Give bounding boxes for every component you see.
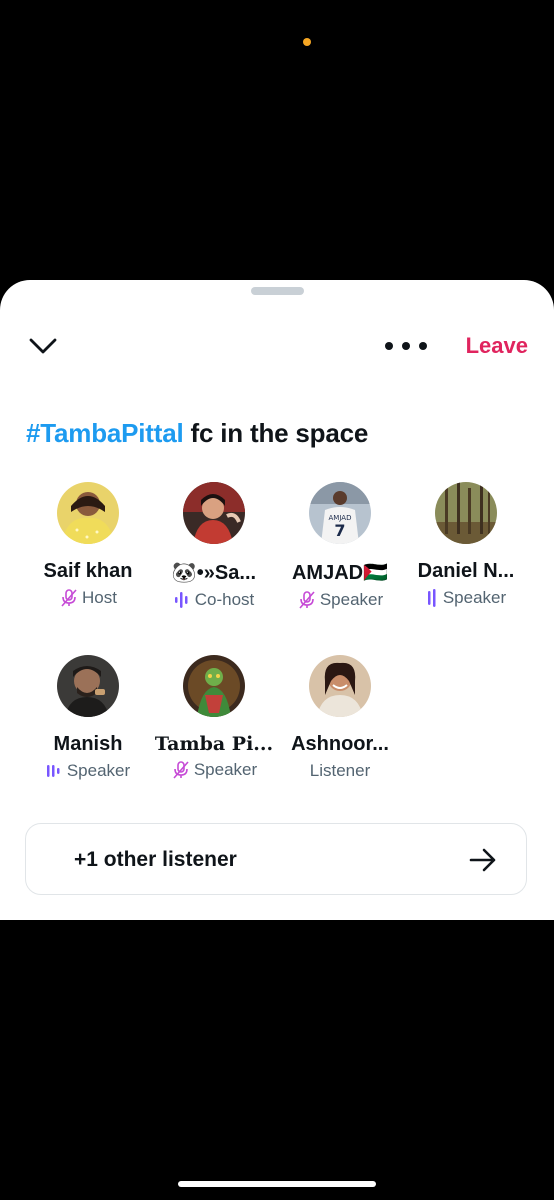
participant-name: Ashnoor...	[291, 733, 389, 755]
chevron-down-icon[interactable]	[27, 332, 59, 360]
participant-name: Daniel N...	[417, 560, 515, 582]
participant-role: Speaker	[25, 761, 151, 781]
avatar: AMJAD 7	[309, 482, 371, 544]
mic-off-icon	[61, 589, 77, 607]
avatar	[57, 655, 119, 717]
participant-name: AMJAD🇵🇸	[291, 562, 388, 584]
mic-off-icon	[173, 761, 189, 779]
participant-role: Co-host	[151, 590, 277, 610]
participant-item[interactable]: Saif khan Host	[25, 482, 151, 608]
participant-role: Listener	[309, 761, 371, 780]
participant-item[interactable]: 🐼•»Sa... Co-host	[151, 482, 277, 610]
space-sheet: Leave #TambaPittal fc in the space Saif …	[0, 280, 554, 920]
svg-text:7: 7	[334, 521, 345, 540]
space-title: #TambaPittal fc in the space	[26, 418, 368, 449]
title-text: fc in the space	[183, 418, 369, 448]
avatar	[57, 482, 119, 544]
title-hashtag-link[interactable]: #TambaPittal	[26, 418, 184, 448]
participant-item[interactable]: AMJAD 7 AMJAD🇵🇸 Speaker	[277, 482, 403, 610]
leave-button[interactable]: Leave	[466, 333, 528, 359]
participant-role: Host	[25, 588, 151, 608]
camera-indicator	[303, 38, 311, 46]
participant-item[interactable]: Ashnoor... Listener	[277, 655, 403, 781]
avatar	[183, 482, 245, 544]
drag-handle[interactable]	[251, 287, 304, 295]
participant-item[interactable]: Manish Speaker	[25, 655, 151, 781]
other-listeners-label: +1 other listener	[74, 848, 237, 871]
participant-item[interactable]: Tamba Pi... Speaker	[151, 655, 277, 780]
speaking-bars-icon	[174, 592, 188, 608]
avatar	[309, 655, 371, 717]
mic-off-icon	[299, 591, 315, 609]
participant-role: Speaker	[277, 590, 403, 610]
other-listeners-button[interactable]: +1 other listener	[25, 823, 527, 895]
avatar	[435, 482, 497, 544]
participant-name: 🐼•»Sa...	[171, 562, 257, 584]
participant-name: Tamba Pi...	[154, 733, 274, 755]
participant-item[interactable]: Daniel N... Speaker	[403, 482, 529, 608]
arrow-right-icon	[469, 848, 496, 872]
participant-name: Saif khan	[43, 560, 133, 582]
participant-role: Speaker	[403, 588, 529, 608]
participant-role: Speaker	[151, 760, 277, 780]
participant-name: Manish	[53, 733, 123, 755]
speaking-bars-icon	[427, 589, 436, 607]
speaking-bars-icon	[46, 765, 60, 777]
avatar	[183, 655, 245, 717]
home-indicator[interactable]	[178, 1181, 376, 1187]
more-horizontal-icon[interactable]	[385, 336, 427, 356]
